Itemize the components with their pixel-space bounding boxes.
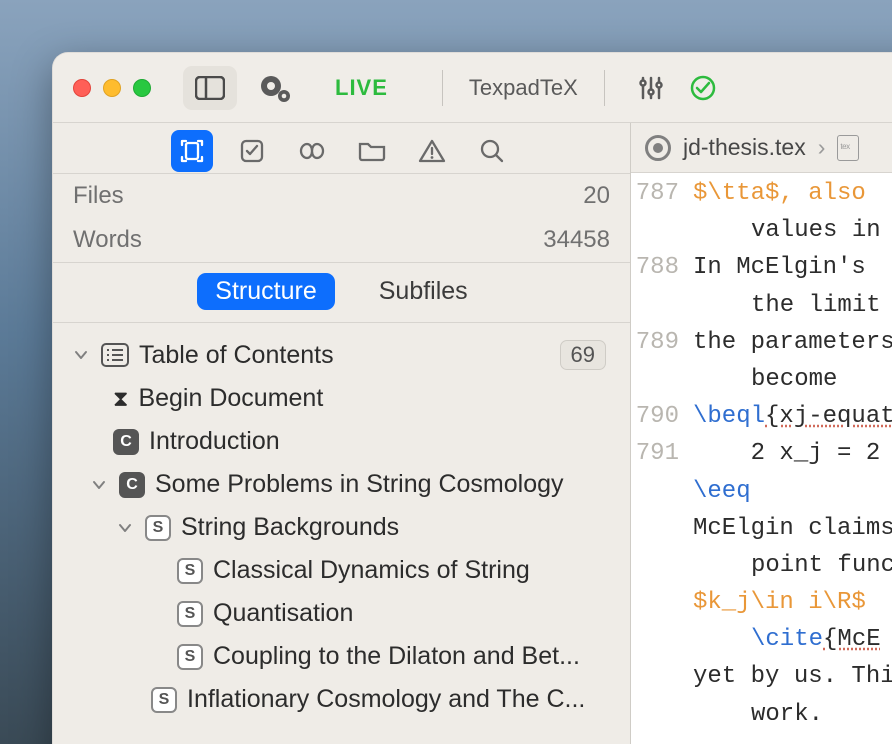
section-badge-icon: S (145, 515, 171, 541)
infinity-icon (297, 141, 327, 161)
sidebar-tabs: Structure Subfiles (53, 263, 630, 323)
minimize-window-button[interactable] (103, 79, 121, 97)
words-count: 34458 (543, 226, 610, 254)
chevron-down-icon[interactable] (71, 348, 91, 362)
outline-item-label: Introduction (149, 427, 280, 456)
outline-item-label: Begin Document (138, 384, 323, 413)
outline-tree: Table of Contents 69 ⧗ Begin Document C … (53, 323, 630, 744)
outline-item-label: Some Problems in String Cosmology (155, 470, 564, 499)
app-window: LIVE TexpadTeX (52, 52, 892, 744)
toolbar-left (183, 66, 295, 110)
outline-introduction[interactable]: C Introduction (59, 420, 620, 463)
files-count: 20 (583, 182, 610, 210)
warnings-tool-button[interactable] (411, 130, 453, 172)
zoom-window-button[interactable] (133, 79, 151, 97)
outline-classical[interactable]: S Classical Dynamics of String (59, 549, 620, 592)
typeset-mode-label[interactable]: LIVE (335, 75, 388, 101)
typeset-engine-label[interactable]: TexpadTeX (469, 75, 578, 101)
sidebar-panel: Files 20 Words 34458 Structure Subfiles (53, 123, 631, 744)
infinity-tool-button[interactable] (291, 130, 333, 172)
hourglass-icon: ⧗ (113, 386, 128, 412)
search-tool-button[interactable] (471, 130, 513, 172)
chevron-down-icon[interactable] (89, 478, 109, 492)
section-badge-icon: S (177, 644, 203, 670)
folder-icon (358, 140, 386, 162)
words-label: Words (73, 226, 142, 254)
words-stat-row[interactable]: Words 34458 (53, 218, 630, 263)
sidebar-panel-icon (195, 76, 225, 100)
code-editor[interactable]: 787 788 789 790 791 $\tta$, also values … (631, 173, 892, 744)
tab-subfiles[interactable]: Subfiles (361, 273, 486, 310)
stats-pane: Files 20 Words 34458 (53, 173, 630, 263)
breadcrumb-filename: jd-thesis.tex (683, 134, 806, 161)
main-content: Files 20 Words 34458 Structure Subfiles (53, 123, 892, 744)
outline-item-label: Inflationary Cosmology and The C... (187, 685, 585, 714)
outline-tool-button[interactable] (171, 130, 213, 172)
section-badge-icon: S (177, 601, 203, 627)
tex-file-icon (837, 135, 859, 161)
outline-coupling[interactable]: S Coupling to the Dilaton and Bet... (59, 635, 620, 678)
close-window-button[interactable] (73, 79, 91, 97)
chevron-right-icon: › (818, 134, 826, 161)
outline-item-label: String Backgrounds (181, 513, 399, 542)
code-content[interactable]: $\tta$, also values in In McElgin's the … (689, 173, 892, 744)
window-controls (73, 79, 151, 97)
folder-tool-button[interactable] (351, 130, 393, 172)
focus-document-icon (179, 138, 205, 164)
outline-string-bg[interactable]: S String Backgrounds (59, 506, 620, 549)
warning-triangle-icon (418, 138, 446, 164)
list-icon (101, 343, 129, 367)
status-ok-button[interactable] (683, 68, 723, 108)
settings-button[interactable] (255, 68, 295, 108)
line-gutter: 787 788 789 790 791 (631, 173, 689, 744)
sliders-icon (638, 75, 664, 101)
outline-problems[interactable]: C Some Problems in String Cosmology (59, 463, 620, 506)
chevron-down-icon[interactable] (115, 521, 135, 535)
section-badge-icon: S (177, 558, 203, 584)
chapter-badge-icon: C (119, 472, 145, 498)
chapter-badge-icon: C (113, 429, 139, 455)
editor-breadcrumb[interactable]: jd-thesis.tex › (631, 123, 892, 173)
checkbox-icon (239, 138, 265, 164)
titlebar: LIVE TexpadTeX (53, 53, 892, 123)
separator (442, 70, 443, 106)
toc-label: Table of Contents (139, 341, 334, 370)
gear-icon (258, 73, 292, 103)
outline-toc-row[interactable]: Table of Contents 69 (59, 333, 620, 377)
checklist-tool-button[interactable] (231, 130, 273, 172)
outline-item-label: Quantisation (213, 599, 353, 628)
sliders-button[interactable] (631, 68, 671, 108)
section-badge-icon: S (151, 687, 177, 713)
tab-structure[interactable]: Structure (197, 273, 334, 310)
toggle-sidebar-button[interactable] (183, 66, 237, 110)
files-stat-row[interactable]: Files 20 (53, 174, 630, 218)
toc-count-badge: 69 (560, 340, 606, 370)
outline-quantisation[interactable]: S Quantisation (59, 592, 620, 635)
outline-begin-document[interactable]: ⧗ Begin Document (59, 377, 620, 420)
files-label: Files (73, 182, 124, 210)
separator (604, 70, 605, 106)
outline-item-label: Coupling to the Dilaton and Bet... (213, 642, 580, 671)
outline-inflationary[interactable]: S Inflationary Cosmology and The C... (59, 678, 620, 721)
editor-pane: jd-thesis.tex › 787 788 789 790 791 $\tt… (631, 123, 892, 744)
search-icon (479, 138, 505, 164)
outline-item-label: Classical Dynamics of String (213, 556, 530, 585)
record-icon (645, 135, 671, 161)
checkmark-circle-icon (689, 74, 717, 102)
sidebar-toolbar (53, 123, 630, 173)
